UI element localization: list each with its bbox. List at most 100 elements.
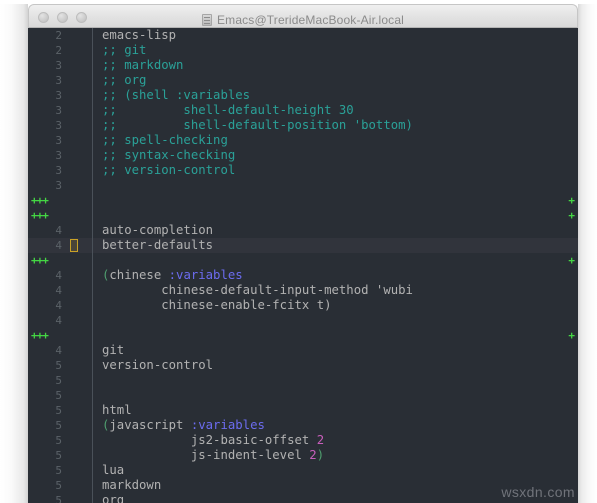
code-line[interactable]: 5 js-indent-level 2) [28,448,578,463]
line-number: 4 [55,284,62,297]
line-number: 2 [55,29,62,42]
fold-guide-line [92,478,93,493]
line-number: 4 [55,269,62,282]
line-number: 5 [55,359,62,372]
code-token-comment: ;; git [102,43,147,57]
code-text: git [102,343,124,358]
code-token-plain: js-indent-level [102,448,310,462]
code-line[interactable]: 2 ;; git [28,43,578,58]
fold-guide-line [92,328,93,343]
code-line[interactable]: 3 ;; shell-default-height 30 [28,103,578,118]
line-number: 4 [55,344,62,357]
code-line[interactable]: 3 [28,178,578,193]
code-text: js-indent-level 2) [102,448,324,463]
code-line[interactable]: 3 ;; markdown [28,58,578,73]
code-line[interactable]: 5 [28,373,578,388]
code-token-plain: chinese-default-input-method 'wubi [102,283,413,297]
fold-guide-line [92,358,93,373]
fold-guide-line [92,118,93,133]
fold-guide-line [92,73,93,88]
fold-guide-line [92,43,93,58]
code-text: ;; syntax-checking [102,148,235,163]
code-line[interactable]: 5 org [28,493,578,503]
fold-guide-line [92,193,93,208]
code-token-comment: ;; shell-default-position 'bottom) [102,118,413,132]
code-token-comment: ;; version-control [102,163,236,177]
code-line[interactable]: 5 js2-basic-offset 2 [28,433,578,448]
code-line[interactable]: 3 ;; version-control [28,163,578,178]
code-editor-buffer[interactable]: 2 emacs-lisp 2 ;; git 3 ;; markdown 3 ;; org 3;;… [28,28,578,503]
code-text: js2-basic-offset 2 [102,433,324,448]
code-text: html [102,403,132,418]
line-number: 3 [55,59,62,72]
code-line[interactable]: +++ + [28,208,578,223]
line-number: 3 [55,134,62,147]
code-line[interactable]: 5 markdown [28,478,578,493]
emacs-window: Emacs@TrerideMacBook-Air.local 2 emacs-li… [0,0,597,503]
code-token-comment: ;; syntax-checking [102,148,236,162]
fold-guide-line [92,493,93,503]
document-icon [202,14,213,26]
code-text: ;; markdown [102,58,183,73]
code-text: version-control [102,358,213,373]
code-token-keyword: javascript [109,418,191,432]
fold-guide-line [92,163,93,178]
line-number: 3 [55,164,62,177]
diff-added-marker: +++ [31,209,49,222]
code-text: ;; version-control [102,163,235,178]
fold-guide-line [92,28,93,43]
code-token-key: :variables [168,268,243,282]
code-line[interactable]: 2 emacs-lisp [28,28,578,43]
line-number: 2 [55,44,62,57]
fold-guide-line [92,133,93,148]
code-line[interactable]: +++ + [28,328,578,343]
line-number: 5 [55,434,62,447]
code-line[interactable]: 3 ;; (shell :variables [28,88,578,103]
line-number: 5 [55,464,62,477]
line-number: 3 [55,179,62,192]
window-title-text: Emacs@TrerideMacBook-Air.local [217,13,404,27]
window-title: Emacs@TrerideMacBook-Air.local [29,9,577,27]
code-token-num: 2 [309,448,317,462]
code-line[interactable]: 4 (chinese :variables [28,268,578,283]
code-text: ;; git [102,43,146,58]
code-line[interactable]: 4 git [28,343,578,358]
code-line[interactable]: +++ + [28,193,578,208]
code-line[interactable]: 3 ;; shell-default-position 'bottom) [28,118,578,133]
code-text: ;; shell-default-height 30 [102,103,354,118]
fold-guide-line [92,238,93,253]
line-number: 3 [55,104,62,117]
fold-guide-line [92,373,93,388]
code-token-plain: js2-basic-offset [102,433,317,447]
code-line[interactable]: 5 lua [28,463,578,478]
code-text: org [102,493,124,503]
fold-guide-line [92,433,93,448]
code-line[interactable]: 3 ;; syntax-checking [28,148,578,163]
fringe-added-indicator: + [568,194,575,207]
code-line[interactable]: 5 (javascript :variables [28,418,578,433]
code-line[interactable]: 3 ;; org [28,73,578,88]
line-number: 4 [55,314,62,327]
code-line[interactable]: 5 version-control [28,358,578,373]
fold-guide-line [92,103,93,118]
code-line[interactable]: 3 ;; spell-checking [28,133,578,148]
fold-guide-line [92,58,93,73]
code-line[interactable]: 4 chinese-default-input-method 'wubi [28,283,578,298]
code-line[interactable]: 4 [28,313,578,328]
fold-guide-line [92,448,93,463]
window-right-edge [578,4,597,503]
code-token-plain: emacs-lisp [102,28,177,42]
code-token-comment: ;; spell-checking [102,133,228,147]
title-bar[interactable]: Emacs@TrerideMacBook-Air.local [28,4,578,28]
code-line[interactable]: 4 chinese-enable-fcitx t) [28,298,578,313]
code-token-comment: ;; org [102,73,147,87]
code-line[interactable]: 5 html [28,403,578,418]
code-line[interactable]: +++ + [28,253,578,268]
diff-added-marker: +++ [31,329,49,342]
code-line[interactable]: 4 auto-completion [28,223,578,238]
code-line[interactable]: 4 better-defaults [28,238,578,253]
code-text: chinese-default-input-method 'wubi [102,283,413,298]
line-number: 5 [55,449,62,462]
fold-guide-line [92,418,93,433]
code-line[interactable]: 5 [28,388,578,403]
